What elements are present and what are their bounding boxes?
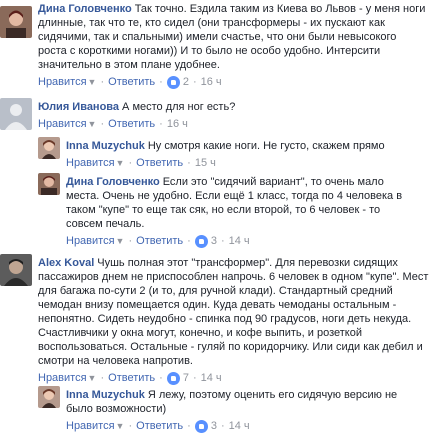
- like-reaction-icon: [166, 75, 180, 89]
- comment-4: Дина Головченко Если это "сидячий вариант…: [38, 173, 436, 248]
- comment-text: Юлия Иванова А место для ног есть?: [38, 100, 428, 114]
- like-button[interactable]: Нравится: [66, 234, 115, 248]
- comment-timestamp[interactable]: 14 ч: [229, 419, 250, 433]
- comment-body: А место для ног есть?: [122, 101, 236, 113]
- comment-6: Inna Muzychuk Я лежу, поэтому оценить его…: [38, 386, 436, 433]
- reaction-count[interactable]: 2: [166, 75, 189, 89]
- comment-actions: Нравится ▼ · Ответить · 15 ч: [66, 156, 216, 170]
- reply-button[interactable]: Ответить: [136, 419, 183, 433]
- comment-timestamp[interactable]: 16 ч: [201, 75, 222, 89]
- chevron-down-icon[interactable]: ▼: [88, 75, 97, 89]
- like-button[interactable]: Нравится: [38, 75, 87, 89]
- like-button[interactable]: Нравится: [38, 371, 87, 385]
- reply-button[interactable]: Ответить: [108, 117, 155, 131]
- avatar[interactable]: [0, 98, 32, 130]
- comment-timestamp[interactable]: 14 ч: [201, 371, 222, 385]
- like-button[interactable]: Нравится: [66, 156, 115, 170]
- comment-author[interactable]: Alex Koval: [38, 257, 94, 269]
- reaction-count[interactable]: 3: [194, 234, 217, 248]
- comment-text: Alex Koval Чушь полная этот "трансформер"…: [38, 256, 430, 368]
- reply-button[interactable]: Ответить: [136, 156, 183, 170]
- comment-timestamp[interactable]: 14 ч: [229, 234, 250, 248]
- avatar[interactable]: [38, 137, 60, 159]
- comment-body: Ну смотря какие ноги. Не густо, скажем п…: [147, 140, 385, 152]
- comment-author[interactable]: Дина Головченко: [66, 176, 160, 188]
- reply-button[interactable]: Ответить: [108, 371, 155, 385]
- comment-timestamp[interactable]: 16 ч: [167, 117, 188, 131]
- comment-text: Дина Головченко Так точно. Ездила таким и…: [38, 2, 428, 72]
- chevron-down-icon[interactable]: ▼: [116, 156, 125, 170]
- comment-actions: Нравится ▼ · Ответить · 16 ч: [38, 117, 188, 131]
- chevron-down-icon[interactable]: ▼: [88, 117, 97, 131]
- chevron-down-icon[interactable]: ▼: [116, 234, 125, 248]
- reply-button[interactable]: Ответить: [108, 75, 155, 89]
- comment-text: Дина Головченко Если это "сидячий вариант…: [66, 175, 418, 231]
- comment-author[interactable]: Юлия Иванова: [38, 101, 119, 113]
- comment-actions: Нравится ▼ · Ответить · 2 · 16 ч: [38, 75, 222, 89]
- comment-body: Чушь полная этот "трансформер". Для пере…: [38, 257, 429, 367]
- comment-author[interactable]: Inna Muzychuk: [66, 140, 145, 152]
- comment-2: Юлия Иванова А место для ног есть? Нравит…: [0, 98, 436, 131]
- avatar[interactable]: [0, 254, 32, 286]
- like-reaction-icon: [194, 419, 208, 433]
- like-reaction-icon: [166, 371, 180, 385]
- avatar[interactable]: [38, 173, 60, 195]
- like-button[interactable]: Нравится: [66, 419, 115, 433]
- avatar[interactable]: [38, 386, 60, 408]
- comment-timestamp[interactable]: 15 ч: [195, 156, 216, 170]
- avatar[interactable]: [0, 6, 32, 38]
- comment-1: Дина Головченко Так точно. Ездила таким и…: [0, 0, 436, 89]
- chevron-down-icon[interactable]: ▼: [116, 419, 125, 433]
- comment-actions: Нравится ▼ · Ответить · 7 · 14 ч: [38, 371, 222, 385]
- reply-button[interactable]: Ответить: [136, 234, 183, 248]
- comment-author[interactable]: Inna Muzychuk: [66, 389, 145, 401]
- reaction-count[interactable]: 7: [166, 371, 189, 385]
- like-button[interactable]: Нравится: [38, 117, 87, 131]
- comment-3: Inna Muzychuk Ну смотря какие ноги. Не гу…: [38, 137, 436, 170]
- like-reaction-icon: [194, 234, 208, 248]
- reaction-count[interactable]: 3: [194, 419, 217, 433]
- comment-actions: Нравится ▼ · Ответить · 3 · 14 ч: [66, 419, 250, 433]
- comment-actions: Нравится ▼ · Ответить · 3 · 14 ч: [66, 234, 250, 248]
- comment-5: Alex Koval Чушь полная этот "трансформер"…: [0, 254, 436, 385]
- comment-text: Inna Muzychuk Ну смотря какие ноги. Не гу…: [66, 139, 426, 153]
- comment-author[interactable]: Дина Головченко: [38, 3, 132, 15]
- chevron-down-icon[interactable]: ▼: [88, 371, 97, 385]
- comment-text: Inna Muzychuk Я лежу, поэтому оценить его…: [66, 388, 418, 416]
